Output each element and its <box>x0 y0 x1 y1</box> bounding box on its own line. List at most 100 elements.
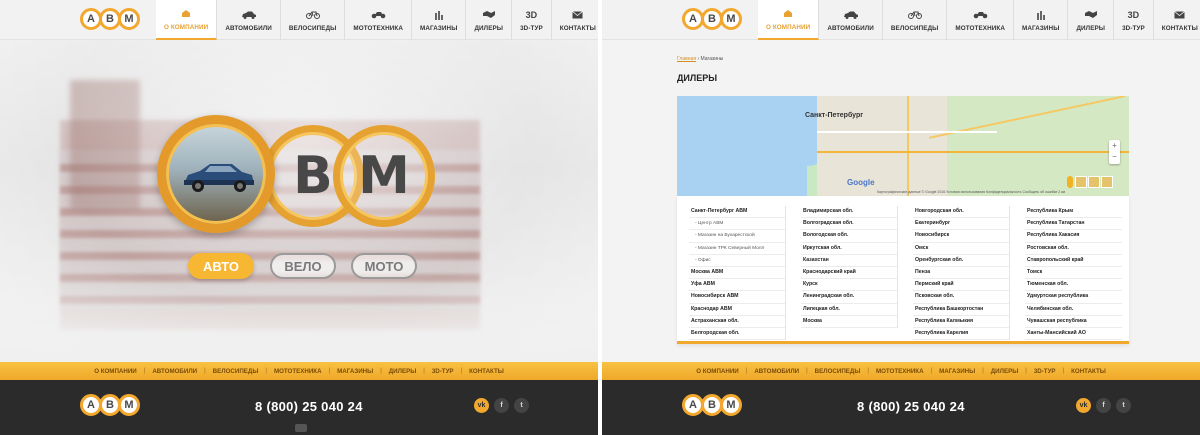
logo-letter: М <box>720 394 742 416</box>
dealer-link[interactable]: Республика Татарстан <box>1025 218 1122 231</box>
nav-item[interactable]: Контакты <box>1154 0 1200 40</box>
twitter-icon[interactable]: t <box>1116 398 1131 413</box>
dealer-link[interactable]: Новосибирск <box>913 230 1009 243</box>
velo-button[interactable]: ВЕЛО <box>270 253 336 279</box>
dealer-link[interactable]: Вологодская обл. <box>801 230 897 243</box>
logo[interactable]: А В М <box>682 8 742 30</box>
nav-item[interactable]: Автомобили <box>217 0 281 40</box>
dealer-link[interactable]: Санкт-Петербург АВМ <box>689 206 785 219</box>
dealer-link[interactable]: Екатеринбург <box>913 218 1009 231</box>
logo[interactable]: А В М <box>80 8 140 30</box>
dealer-link[interactable]: Пермский край <box>913 279 1009 292</box>
map-type-switch[interactable] <box>1075 176 1113 188</box>
moto-button[interactable]: МОТО <box>351 253 417 279</box>
footer-link[interactable]: Автомобили <box>747 368 806 375</box>
nav-item[interactable]: Автомобили <box>819 0 883 40</box>
breadcrumb-home[interactable]: Главная <box>677 56 696 62</box>
nav-item[interactable]: Велосипеды <box>281 0 346 40</box>
dealer-link[interactable]: Томск <box>1025 267 1122 280</box>
nav-item[interactable]: Контакты <box>552 0 598 40</box>
twitter-icon[interactable]: t <box>514 398 529 413</box>
footer-link[interactable]: 3D-тур <box>1027 368 1063 375</box>
dealer-link[interactable]: Пенза <box>913 267 1009 280</box>
nav-item[interactable]: Велосипеды <box>883 0 948 40</box>
dealer-link[interactable]: Тюменская обл. <box>1025 279 1122 292</box>
dealer-link[interactable]: Чувашская республика <box>1025 316 1122 328</box>
vk-icon[interactable]: vk <box>1076 398 1091 413</box>
map-zoom-control[interactable]: + − <box>1109 140 1120 164</box>
pegman-icon[interactable] <box>1067 176 1073 188</box>
dealer-sublink[interactable]: - Центр АВМ <box>689 218 785 231</box>
nav-item[interactable]: Магазины <box>412 0 467 40</box>
dealer-link[interactable]: Москва АВМ <box>689 267 785 280</box>
zoom-in-button[interactable]: + <box>1109 140 1120 151</box>
footer-link[interactable]: О компании <box>689 368 746 375</box>
nav-item[interactable]: Магазины <box>1014 0 1069 40</box>
dealer-link[interactable]: Республика Башкортостан <box>913 304 1009 316</box>
map-ring-road <box>817 151 1129 153</box>
motorcycle-icon <box>371 9 386 21</box>
dealer-link[interactable]: Новосибирск АВМ <box>689 291 785 304</box>
dealer-sublink[interactable]: - Магазин на Бухарестской <box>689 230 785 243</box>
nav-item[interactable]: 3D 3D-тур <box>1114 0 1154 40</box>
dealer-link[interactable]: Оренбургская обл. <box>913 255 1009 267</box>
dealer-link[interactable]: Иркутская обл. <box>801 243 897 255</box>
footer-link[interactable]: Автомобили <box>145 368 204 375</box>
phone-number[interactable]: 8 (800) 25 040 24 <box>255 399 363 414</box>
dealer-link[interactable]: Владимирская обл. <box>801 206 897 219</box>
dealer-link[interactable]: Липецкая обл. <box>801 304 897 316</box>
dealer-link[interactable]: Белгородская обл. <box>689 328 785 341</box>
dealer-link[interactable]: Республика Калмыкия <box>913 316 1009 328</box>
footer-link[interactable]: Велосипеды <box>206 368 266 375</box>
dealer-link[interactable]: Удмуртская республика <box>1025 291 1122 304</box>
dealer-link[interactable]: Краснодарский край <box>801 267 897 280</box>
nav-item[interactable]: Мототехника <box>345 0 412 40</box>
dealer-sublink[interactable]: - Офис <box>689 255 785 267</box>
dealer-link[interactable]: Ханты-Мансийский АО <box>1025 328 1122 341</box>
footer-link[interactable]: Велосипеды <box>808 368 868 375</box>
dealer-link[interactable]: Псковская обл. <box>913 291 1009 304</box>
footer-link[interactable]: Мототехника <box>267 368 329 375</box>
dealer-link[interactable]: Ленинградская обл. <box>801 291 897 304</box>
footer-link[interactable]: Дилеры <box>984 368 1026 375</box>
dealer-link[interactable]: Республика Карелия <box>913 328 1009 341</box>
dealer-link[interactable]: Уфа АВМ <box>689 279 785 292</box>
footer-logo[interactable]: А В М <box>682 394 742 416</box>
dealer-link[interactable]: Челябинская обл. <box>1025 304 1122 316</box>
dealer-link[interactable]: Волгоградская обл. <box>801 218 897 231</box>
footer-link[interactable]: О компании <box>87 368 144 375</box>
phone-number[interactable]: 8 (800) 25 040 24 <box>857 399 965 414</box>
zoom-out-button[interactable]: − <box>1109 151 1120 162</box>
dealers-map[interactable]: Санкт-Петербург Google Картографические … <box>677 96 1129 196</box>
footer-link[interactable]: 3D-тур <box>425 368 461 375</box>
auto-button[interactable]: АВТО <box>188 253 254 279</box>
dealer-link[interactable]: Краснодар АВМ <box>689 304 785 316</box>
dealer-link[interactable]: Омск <box>913 243 1009 255</box>
nav-item[interactable]: О компании <box>156 0 218 40</box>
footer-link[interactable]: Дилеры <box>382 368 424 375</box>
dealer-link[interactable]: Казахстан <box>801 255 897 267</box>
facebook-icon[interactable]: f <box>494 398 509 413</box>
footer-link[interactable]: Мототехника <box>869 368 931 375</box>
dealer-link[interactable]: Республика Крым <box>1025 206 1122 219</box>
facebook-icon[interactable]: f <box>1096 398 1111 413</box>
footer-link[interactable]: Контакты <box>1064 368 1113 375</box>
dealer-link[interactable]: Новгородская обл. <box>913 206 1009 219</box>
vk-icon[interactable]: vk <box>474 398 489 413</box>
nav-item[interactable]: 3D 3D-тур <box>512 0 552 40</box>
dealer-link[interactable]: Ростовская обл. <box>1025 243 1122 255</box>
footer-logo[interactable]: А В М <box>80 394 140 416</box>
footer-link[interactable]: Магазины <box>932 368 982 375</box>
dealer-link[interactable]: Москва <box>801 316 897 328</box>
nav-item[interactable]: Дилеры <box>1068 0 1115 40</box>
dealer-link[interactable]: Республика Хакасия <box>1025 230 1122 243</box>
footer-link[interactable]: Контакты <box>462 368 511 375</box>
dealer-link[interactable]: Ставропольский край <box>1025 255 1122 267</box>
dealer-sublink[interactable]: - Магазин ТРК Северный Молл <box>689 243 785 255</box>
dealer-link[interactable]: Курск <box>801 279 897 292</box>
nav-item[interactable]: О компании <box>758 0 820 40</box>
nav-item[interactable]: Мототехника <box>947 0 1014 40</box>
nav-item[interactable]: Дилеры <box>466 0 513 40</box>
footer-link[interactable]: Магазины <box>330 368 380 375</box>
dealer-link[interactable]: Астраханская обл. <box>689 316 785 328</box>
